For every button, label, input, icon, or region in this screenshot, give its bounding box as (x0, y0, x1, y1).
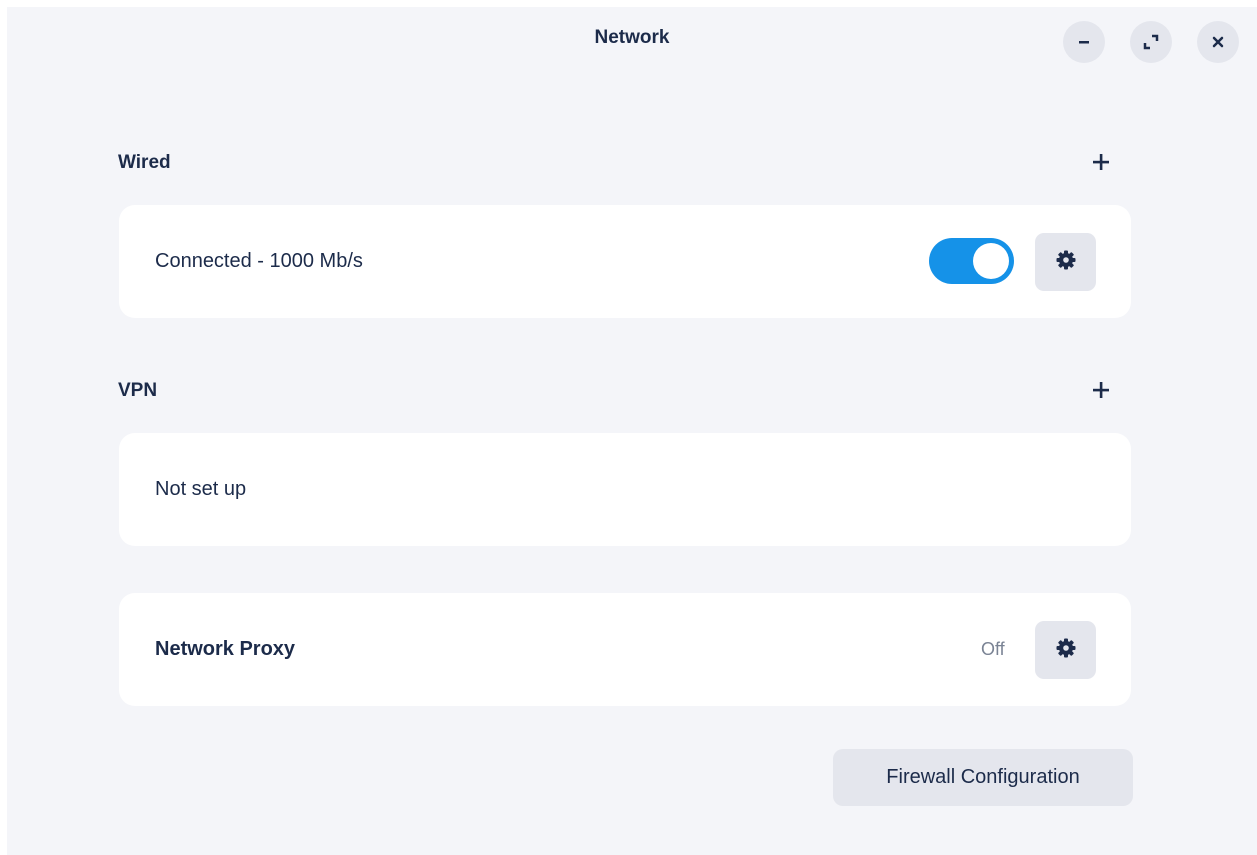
gear-icon (1056, 250, 1076, 275)
titlebar: Network (7, 7, 1257, 73)
proxy-label: Network Proxy (155, 638, 296, 660)
wired-status: Connected - 1000 Mb/s (155, 250, 363, 272)
wired-settings-button[interactable] (1035, 233, 1096, 291)
wired-section-title: Wired (118, 152, 171, 173)
add-vpn-button[interactable] (1085, 376, 1117, 408)
network-window: Network Wired Connected - 1000 Mb/s VPN … (7, 7, 1257, 855)
proxy-status: Off (981, 639, 1005, 659)
wired-card: Connected - 1000 Mb/s (119, 205, 1131, 318)
wired-toggle[interactable] (929, 238, 1014, 284)
minimize-icon (1077, 35, 1091, 49)
add-wired-button[interactable] (1085, 148, 1117, 180)
gear-icon (1056, 638, 1076, 663)
close-icon (1211, 35, 1225, 49)
minimize-button[interactable] (1063, 21, 1105, 63)
proxy-card: Network Proxy Off (119, 593, 1131, 706)
firewall-configuration-button[interactable]: Firewall Configuration (833, 749, 1133, 806)
close-button[interactable] (1197, 21, 1239, 63)
maximize-icon (1143, 34, 1159, 50)
proxy-settings-button[interactable] (1035, 621, 1096, 679)
vpn-status: Not set up (155, 478, 247, 500)
vpn-section-title: VPN (118, 380, 158, 401)
toggle-knob (973, 243, 1009, 279)
plus-icon (1092, 153, 1110, 176)
vpn-card: Not set up (119, 433, 1131, 546)
plus-icon (1092, 381, 1110, 404)
maximize-button[interactable] (1130, 21, 1172, 63)
